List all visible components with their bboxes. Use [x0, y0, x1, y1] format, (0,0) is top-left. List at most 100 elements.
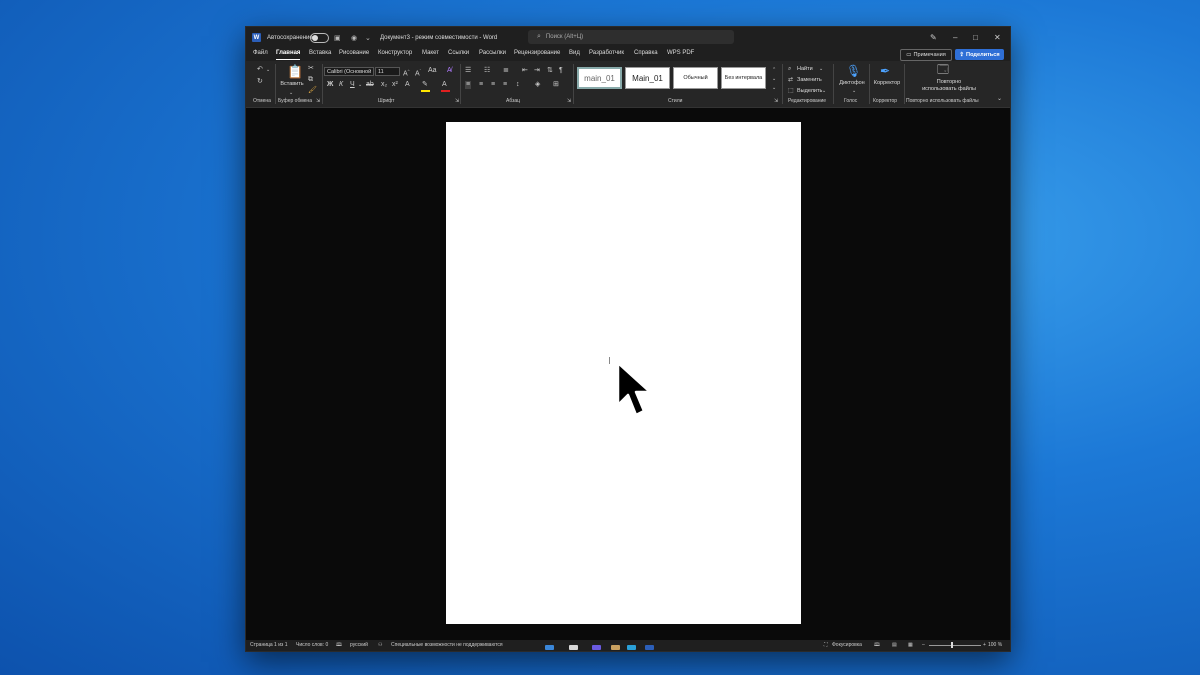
paste-dropdown-icon[interactable]: ⌄	[289, 89, 293, 97]
autosave-toggle[interactable]	[310, 33, 329, 43]
start-icon[interactable]	[545, 645, 554, 650]
dictate-button[interactable]: Диктофон	[835, 80, 869, 87]
style-main01-lower[interactable]: main_01	[577, 67, 622, 89]
tab-developer[interactable]: Разработчик	[589, 50, 624, 56]
reuse-files-icon[interactable]: 🗔	[937, 65, 949, 76]
read-mode-icon[interactable]: 🕮	[874, 642, 880, 650]
increase-indent-icon[interactable]: ⇥	[534, 67, 540, 75]
styles-scroll-up-icon[interactable]: ⌃	[772, 66, 776, 74]
show-marks-icon[interactable]: ¶	[559, 67, 563, 75]
find-button[interactable]: Найти	[797, 66, 813, 72]
taskbar-app-icon[interactable]	[569, 645, 578, 650]
word-count[interactable]: Число слов: 0	[296, 642, 328, 648]
font-size-select[interactable]: 11	[375, 67, 400, 76]
align-center-icon[interactable]: ≡	[479, 81, 483, 89]
undo-dropdown-icon[interactable]: ⌄	[266, 66, 270, 74]
bullets-icon[interactable]: ☰	[465, 67, 471, 75]
clear-formatting-icon[interactable]: A̸	[447, 67, 452, 75]
font-launcher-icon[interactable]: ⇲	[455, 97, 459, 105]
underline-dropdown-icon[interactable]: ⌄	[358, 81, 362, 89]
tab-view[interactable]: Вид	[569, 50, 580, 56]
text-effects-icon[interactable]: A	[405, 81, 410, 89]
copy-icon[interactable]: ⧉	[308, 76, 313, 84]
tab-file[interactable]: Файл	[253, 50, 268, 56]
bold-button[interactable]: Ж	[327, 81, 333, 89]
taskbar-app-icon[interactable]	[611, 645, 620, 650]
highlight-icon[interactable]: ✎	[422, 81, 428, 89]
microphone-icon[interactable]: 🎙	[846, 65, 861, 77]
superscript-icon[interactable]: x²	[392, 81, 398, 89]
web-layout-icon[interactable]: ▦	[908, 642, 913, 648]
minimize-button[interactable]: –	[953, 27, 957, 48]
zoom-slider[interactable]	[929, 645, 981, 646]
replace-button[interactable]: Заменить	[797, 77, 822, 83]
zoom-out-icon[interactable]: –	[922, 642, 925, 648]
font-color-icon[interactable]: A	[442, 81, 447, 89]
styles-launcher-icon[interactable]: ⇲	[774, 97, 778, 105]
tab-review[interactable]: Рецензирование	[514, 50, 560, 56]
page-count[interactable]: Страница 1 из 1	[250, 642, 287, 648]
accessibility-icon[interactable]: ⚇	[378, 642, 382, 648]
tab-wps-pdf[interactable]: WPS PDF	[667, 50, 694, 56]
editor-pen-icon[interactable]: ✒	[880, 65, 890, 77]
language-status[interactable]: русский	[350, 642, 368, 648]
undo-icon[interactable]: ↶	[257, 66, 263, 74]
focus-mode-button[interactable]: Фокусировка	[832, 642, 862, 648]
tab-insert[interactable]: Вставка	[309, 50, 331, 56]
grow-font-icon[interactable]: A^	[403, 67, 410, 78]
tab-layout[interactable]: Макет	[422, 50, 439, 56]
tab-draw[interactable]: Рисование	[339, 50, 369, 56]
find-dropdown-icon[interactable]: ⌄	[819, 65, 823, 73]
subscript-icon[interactable]: x₂	[381, 81, 387, 89]
tab-references[interactable]: Ссылки	[448, 50, 469, 56]
save-icon[interactable]: ▣	[334, 27, 341, 48]
customize-quick-access-icon[interactable]: ⌄	[365, 27, 371, 48]
numbering-icon[interactable]: ☷	[484, 67, 490, 75]
style-main01[interactable]: Main_01	[625, 67, 670, 89]
strikethrough-icon[interactable]: ab	[366, 81, 374, 89]
paragraph-launcher-icon[interactable]: ⇲	[567, 97, 571, 105]
taskbar-app-icon[interactable]	[592, 645, 601, 650]
zoom-slider-knob[interactable]	[951, 642, 953, 648]
style-no-spacing[interactable]: Без интервала	[721, 67, 766, 89]
search-box[interactable]: ⌕ Поиск (Alt+Ц)	[528, 30, 734, 44]
tab-home[interactable]: Главная	[276, 50, 301, 60]
accessibility-status[interactable]: Специальные возможности не поддерживаютс…	[391, 642, 503, 648]
share-button[interactable]: ⇪ Поделиться	[955, 49, 1004, 60]
shading-icon[interactable]: ◈	[535, 81, 540, 89]
decrease-indent-icon[interactable]: ⇤	[522, 67, 528, 75]
tab-mailings[interactable]: Рассылки	[479, 50, 506, 56]
tab-help[interactable]: Справка	[634, 50, 658, 56]
clipboard-icon[interactable]: 📋	[287, 65, 303, 78]
pen-icon[interactable]: ✎	[930, 27, 937, 48]
close-button[interactable]: ✕	[994, 27, 1001, 48]
proofing-icon[interactable]: 🕮	[336, 642, 342, 650]
align-right-icon[interactable]: ≡	[491, 81, 495, 89]
comments-button[interactable]: ▭ Примечания	[900, 49, 952, 61]
change-case-icon[interactable]: Aa	[428, 67, 437, 75]
paste-label[interactable]: Вставить	[279, 81, 305, 88]
clipboard-launcher-icon[interactable]: ⇲	[316, 97, 320, 105]
focus-icon[interactable]: ⛶	[824, 642, 828, 648]
maximize-button[interactable]: □	[973, 27, 978, 48]
cut-icon[interactable]: ✂	[308, 65, 314, 73]
taskbar-app-icon[interactable]	[627, 645, 636, 650]
underline-button[interactable]: Ч	[350, 81, 355, 89]
select-dropdown-icon[interactable]: ⌄	[822, 87, 826, 95]
editor-button[interactable]: Корректор	[870, 80, 904, 87]
styles-scroll-down-icon[interactable]: ⌄	[772, 75, 776, 83]
print-layout-icon[interactable]: ▤	[892, 642, 897, 648]
italic-button[interactable]: К	[339, 81, 343, 89]
justify-icon[interactable]: ≡	[503, 81, 507, 89]
multilevel-list-icon[interactable]: ≣	[503, 67, 509, 75]
record-icon[interactable]: ◉	[351, 27, 357, 48]
font-name-select[interactable]: Calibri (Основной	[324, 67, 374, 76]
taskbar-word-icon[interactable]	[645, 645, 654, 650]
line-spacing-icon[interactable]: ↕	[516, 81, 520, 89]
zoom-in-icon[interactable]: +	[983, 642, 986, 648]
tab-design[interactable]: Конструктор	[378, 50, 412, 56]
format-painter-icon[interactable]: 🖌	[308, 87, 317, 95]
styles-more-icon[interactable]: ⌄	[772, 84, 776, 92]
ribbon-collapse-icon[interactable]: ⌄	[997, 95, 1002, 103]
style-normal[interactable]: Обычный	[673, 67, 718, 89]
